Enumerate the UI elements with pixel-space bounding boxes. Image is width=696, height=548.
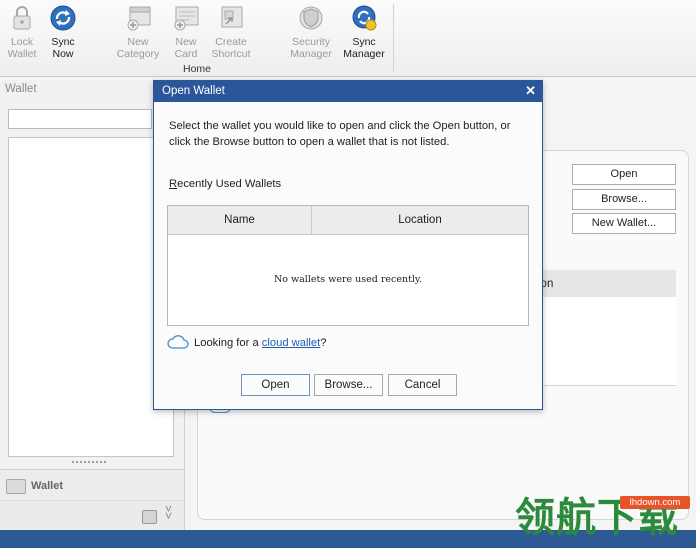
sync-now-label2: Now [52, 48, 74, 60]
configure-buttons-icon[interactable] [142, 510, 157, 524]
recent-wallets-label: Recently Used Wallets [169, 178, 281, 190]
nav-item-wallet-label: Wallet [31, 480, 63, 492]
lock-wallet-button[interactable]: Lock Wallet [0, 0, 44, 60]
ribbon-toolbar: Lock Wallet Sync Now New Category New Ca… [0, 0, 696, 77]
column-header-location[interactable]: Location [312, 206, 528, 235]
dialog-cancel-button[interactable]: Cancel [388, 374, 457, 396]
sync-manager-icon [350, 4, 378, 32]
main-table-header: ion [530, 270, 676, 298]
main-open-button[interactable]: Open [572, 164, 676, 185]
ribbon-group-label-home: Home [182, 63, 211, 75]
create-shortcut-icon [217, 4, 245, 32]
cloud-prefix: Looking for a [194, 337, 262, 349]
main-new-wallet-button[interactable]: New Wallet... [572, 213, 676, 234]
empty-list-message: No wallets were used recently. [273, 274, 423, 285]
security-manager-label1: Security [292, 36, 330, 48]
dialog-browse-button[interactable]: Browse... [314, 374, 383, 396]
wallet-icon [6, 479, 26, 494]
dialog-open-button[interactable]: Open [241, 374, 310, 396]
nav-item-wallet[interactable]: Wallet [0, 469, 184, 500]
lock-wallet-label2: Wallet [7, 48, 37, 60]
dialog-titlebar[interactable]: Open Wallet ✕ [154, 81, 542, 102]
security-manager-label2: Manager [290, 48, 332, 60]
cloud-wallet-prompt: Looking for a cloud wallet? [194, 337, 327, 349]
lock-wallet-label1: Lock [10, 36, 34, 48]
new-card-label2: Card [174, 48, 198, 60]
sync-manager-button[interactable]: Sync Manager [342, 0, 386, 60]
close-icon[interactable]: ✕ [525, 83, 536, 99]
dialog-title: Open Wallet [162, 85, 225, 97]
sync-now-button[interactable]: Sync Now [41, 0, 85, 60]
new-card-button[interactable]: New Card [164, 0, 208, 60]
main-table-body [530, 297, 676, 386]
column-header-name[interactable]: Name [168, 206, 312, 235]
sync-now-label1: Sync [51, 36, 75, 48]
main-browse-button[interactable]: Browse... [572, 189, 676, 210]
create-shortcut-label1: Create [215, 36, 247, 48]
cloud-wallet-link[interactable]: cloud wallet [262, 337, 320, 349]
new-card-label1: New [175, 36, 197, 48]
sync-manager-label2: Manager [343, 48, 385, 60]
create-shortcut-button[interactable]: Create Shortcut [209, 0, 253, 60]
sync-icon [49, 4, 77, 32]
chevron-more-icon[interactable]: ˅ ˅ [165, 503, 172, 522]
security-manager-button[interactable]: Security Manager [289, 0, 333, 60]
panel-splitter-handle[interactable] [72, 461, 106, 466]
dialog-instructions: Select the wallet you would like to open… [169, 120, 511, 148]
sync-manager-label1: Sync [352, 36, 376, 48]
watermark-host: lhdown.com [620, 496, 690, 509]
wallet-tree-list[interactable] [8, 137, 174, 457]
new-category-label1: New [127, 36, 149, 48]
lock-icon [8, 4, 36, 32]
new-category-button[interactable]: New Category [116, 0, 160, 60]
cloud-icon [167, 334, 189, 350]
recent-wallets-table[interactable]: Name Location No wallets were used recen… [167, 205, 529, 326]
recent-wallets-label-text: ecently Used Wallets [177, 178, 282, 190]
new-category-icon [124, 4, 152, 32]
cloud-suffix: ? [320, 337, 327, 349]
new-category-label2: Category [116, 48, 160, 60]
left-panel-title: Wallet [5, 83, 37, 95]
security-manager-icon [297, 4, 325, 32]
open-wallet-dialog: Open Wallet ✕ Select the wallet you woul… [153, 80, 543, 410]
left-panel-footer: ˅ ˅ [0, 500, 184, 531]
ribbon-separator [393, 4, 394, 72]
create-shortcut-label2: Shortcut [211, 48, 251, 60]
left-search-input[interactable] [8, 109, 152, 129]
new-card-icon [172, 4, 200, 32]
recent-wallets-accel: R [169, 178, 178, 190]
